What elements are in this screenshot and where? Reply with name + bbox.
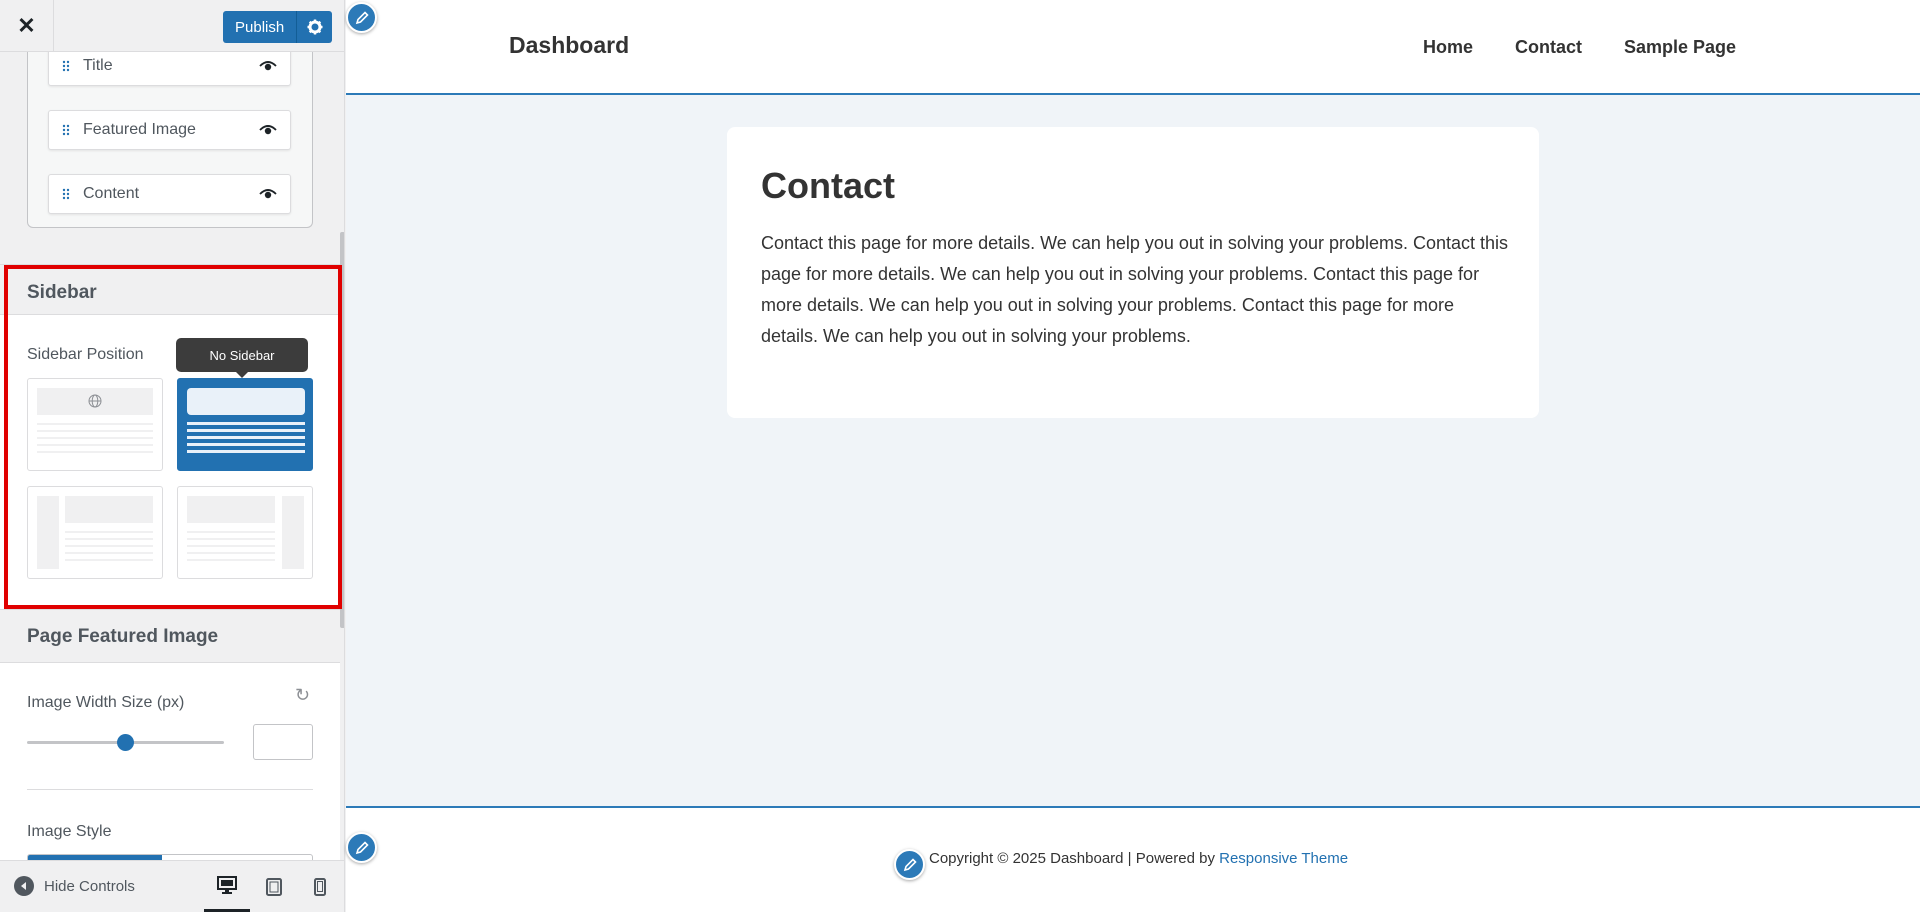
copyright-label: Copyright © 2025 Dashboard | Powered by	[929, 850, 1220, 867]
layout-line	[187, 545, 275, 547]
drag-handle-icon[interactable]	[49, 188, 83, 200]
element-item-featured-image[interactable]: Featured Image	[48, 110, 291, 150]
nav-link-home[interactable]: Home	[1423, 37, 1473, 58]
layout-line	[187, 429, 305, 432]
layout-line	[187, 422, 305, 425]
edit-shortcut-copyright[interactable]	[894, 849, 925, 880]
layout-header-placeholder	[65, 496, 153, 523]
layout-option-no-sidebar[interactable]	[177, 378, 313, 471]
layout-line	[37, 437, 153, 439]
slider-thumb[interactable]	[117, 734, 134, 751]
footer-theme-link[interactable]: Responsive Theme	[1219, 850, 1348, 867]
edit-shortcut-footer[interactable]	[346, 832, 377, 863]
divider	[27, 789, 313, 790]
close-icon: ✕	[17, 13, 36, 38]
visibility-eye-icon[interactable]	[246, 124, 290, 136]
layout-line	[65, 531, 153, 533]
layout-line	[187, 559, 275, 561]
page-content-card: Contact Contact this page for more detai…	[727, 127, 1539, 418]
visibility-eye-icon[interactable]	[246, 188, 290, 200]
reset-icon[interactable]: ↻	[295, 685, 310, 706]
layout-line	[187, 531, 275, 533]
layout-header-placeholder	[187, 496, 275, 523]
layout-line	[37, 430, 153, 432]
drag-handle-icon[interactable]	[49, 60, 83, 72]
layout-line	[187, 552, 275, 554]
image-width-input[interactable]	[253, 724, 313, 760]
site-title[interactable]: Dashboard	[509, 32, 629, 59]
element-item-label: Featured Image	[83, 121, 196, 138]
layout-line	[187, 436, 305, 439]
customizer-header: ✕ Publish	[0, 0, 344, 52]
layout-line	[37, 451, 153, 453]
mobile-icon	[314, 878, 326, 896]
layout-line	[65, 559, 153, 561]
customizer-panel: ✕ Publish Title Featured Image Content S…	[0, 0, 345, 912]
gear-icon	[307, 19, 323, 35]
layout-line	[187, 450, 305, 453]
layout-line	[37, 444, 153, 446]
nav-link-sample-page[interactable]: Sample Page	[1624, 37, 1736, 58]
globe-icon	[88, 394, 102, 408]
element-item-content[interactable]: Content	[48, 174, 291, 214]
tablet-icon	[266, 878, 282, 896]
layout-line	[65, 538, 153, 540]
site-header: Dashboard Home Contact Sample Page	[346, 0, 1920, 95]
layout-line	[65, 545, 153, 547]
layout-option-default[interactable]	[27, 378, 163, 471]
publish-settings-button[interactable]	[296, 11, 333, 43]
layout-option-left-sidebar[interactable]	[27, 486, 163, 579]
layout-line	[65, 552, 153, 554]
desktop-icon	[217, 876, 237, 894]
page-title: Contact	[761, 165, 895, 206]
pencil-icon	[355, 840, 369, 854]
section-title: Page Featured Image	[27, 626, 219, 647]
copyright-text: Copyright © 2025 Dashboard | Powered by …	[929, 850, 1348, 867]
element-item-label: Title	[83, 57, 113, 74]
drag-handle-icon[interactable]	[49, 124, 83, 136]
publish-group: Publish	[223, 11, 333, 43]
layout-header-placeholder	[187, 388, 305, 415]
page-body-text: Contact this page for more details. We c…	[761, 233, 1509, 346]
section-title: Sidebar	[27, 282, 97, 303]
publish-button[interactable]: Publish	[223, 11, 297, 43]
site-footer: Copyright © 2025 Dashboard | Powered by …	[346, 806, 1920, 912]
hide-controls-button[interactable]: Hide Controls	[14, 876, 135, 896]
sidebar-position-label: Sidebar Position	[27, 346, 144, 363]
collapse-arrow-icon	[14, 876, 34, 896]
layout-sidebar-placeholder	[37, 496, 59, 569]
layout-line	[187, 538, 275, 540]
device-mobile-button[interactable]	[297, 861, 343, 912]
hide-controls-label: Hide Controls	[44, 877, 135, 895]
device-desktop-button[interactable]	[204, 861, 250, 912]
pencil-icon	[355, 10, 369, 24]
pencil-icon	[903, 857, 917, 871]
visibility-eye-icon[interactable]	[246, 60, 290, 72]
layout-sidebar-placeholder	[282, 496, 304, 569]
customizer-footer: Hide Controls	[0, 860, 344, 912]
element-item-title[interactable]: Title	[48, 52, 291, 86]
device-tablet-button[interactable]	[251, 861, 297, 912]
site-preview: Dashboard Home Contact Sample Page Conta…	[346, 0, 1920, 912]
element-item-label: Content	[83, 185, 140, 202]
image-style-label: Image Style	[27, 823, 112, 840]
sidebar-section-heading: Sidebar	[0, 264, 340, 315]
close-customizer-button[interactable]: ✕	[0, 0, 54, 52]
layout-line	[187, 443, 305, 446]
tooltip: No Sidebar	[176, 338, 308, 378]
edit-shortcut-header[interactable]	[346, 2, 377, 33]
layout-line	[37, 423, 153, 425]
layout-option-right-sidebar[interactable]	[177, 486, 313, 579]
panel-scrollbar[interactable]	[340, 232, 344, 628]
featured-image-section-heading: Page Featured Image	[0, 609, 340, 663]
nav-link-contact[interactable]: Contact	[1515, 37, 1582, 58]
image-width-label: Image Width Size (px)	[27, 694, 185, 711]
